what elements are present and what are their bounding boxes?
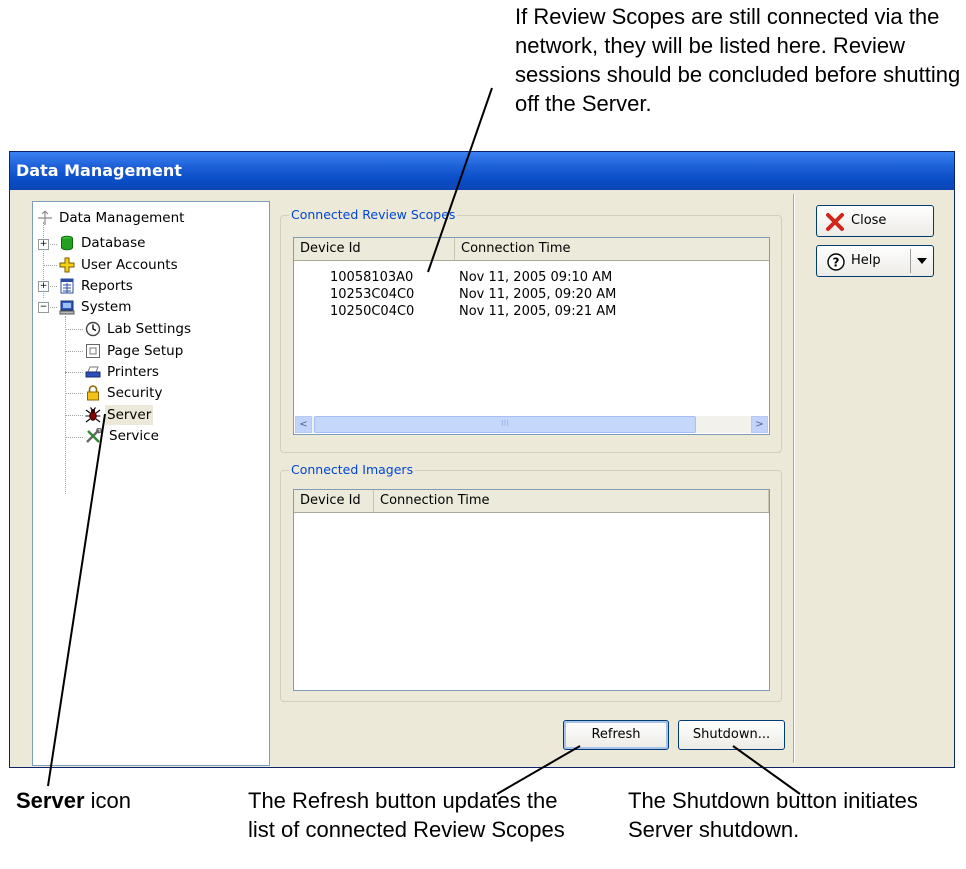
data-management-window: Data Management + + − Data Management Da… <box>9 151 955 768</box>
review-scopes-list[interactable]: Device Id Connection Time 10058103A0 Nov… <box>293 237 770 435</box>
tree-item-label: Database <box>81 235 146 251</box>
svg-text:?: ? <box>833 256 840 270</box>
lock-icon <box>85 385 101 401</box>
refresh-button[interactable]: Refresh <box>563 720 669 750</box>
tree-line <box>43 265 57 266</box>
page-setup-icon <box>85 343 101 359</box>
panel-divider <box>793 194 794 763</box>
tree-item-label: Page Setup <box>107 343 184 359</box>
tree-item-label: System <box>81 299 132 315</box>
system-expander[interactable]: − <box>38 302 49 313</box>
table-row[interactable]: 10058103A0 Nov 11, 2005 09:10 AM <box>294 269 769 286</box>
connected-imagers-group: Connected Imagers Device Id Connection T… <box>280 462 782 702</box>
group-label-imagers: Connected Imagers <box>289 462 416 477</box>
reports-expander[interactable]: + <box>38 281 49 292</box>
data-management-icon <box>37 210 53 226</box>
annotation-review-scopes: If Review Scopes are still connected via… <box>515 4 961 116</box>
table-row[interactable]: 10253C04C0 Nov 11, 2005, 09:20 AM <box>294 286 769 303</box>
list-header: Device Id Connection Time <box>294 490 769 513</box>
column-connection-time[interactable]: Connection Time <box>374 490 769 512</box>
tools-icon <box>85 427 103 444</box>
tree-item-label: Data Management <box>59 210 185 226</box>
printer-icon <box>85 364 101 380</box>
database-icon <box>59 235 75 251</box>
cell-connection-time: Nov 11, 2005, 09:20 AM <box>459 287 617 302</box>
tree-line <box>65 329 83 330</box>
annotation-server-icon: Server icon <box>16 786 131 815</box>
cell-device-id: 10058103A0 <box>330 270 414 285</box>
tree-item-label: Lab Settings <box>107 321 192 337</box>
tree-line <box>65 393 83 394</box>
cell-device-id: 10250C04C0 <box>330 304 415 319</box>
cell-connection-time: Nov 11, 2005, 09:21 AM <box>459 304 617 319</box>
annotation-server-bold: Server <box>16 788 85 813</box>
navigation-tree[interactable]: + + − Data Management Database User Acco… <box>32 201 270 766</box>
group-label-review-scopes: Connected Review Scopes <box>289 207 458 222</box>
tree-item-label: User Accounts <box>81 257 178 273</box>
tree-item-label: Server <box>105 405 154 425</box>
window-title: Data Management <box>16 161 182 180</box>
annotation-server-rest: icon <box>84 788 131 813</box>
cell-device-id: 10253C04C0 <box>330 287 415 302</box>
annotation-shutdown-button: The Shutdown button initiates Server shu… <box>628 788 918 842</box>
scroll-right-button[interactable]: > <box>751 416 768 433</box>
tree-line <box>65 437 83 438</box>
cell-connection-time: Nov 11, 2005 09:10 AM <box>459 270 613 285</box>
tree-line <box>65 351 83 352</box>
close-button-label: Close <box>851 213 887 228</box>
scroll-left-button[interactable]: < <box>295 416 312 433</box>
database-expander[interactable]: + <box>38 239 49 250</box>
tree-item-label: Security <box>107 385 163 401</box>
help-icon: ? <box>826 252 846 284</box>
list-header: Device Id Connection Time <box>294 238 769 261</box>
imagers-list[interactable]: Device Id Connection Time <box>293 489 770 691</box>
help-split-divider <box>910 249 911 273</box>
user-accounts-icon <box>59 257 75 273</box>
help-button-label: Help <box>851 253 881 268</box>
close-x-icon <box>825 212 845 244</box>
horizontal-scrollbar[interactable]: < III > <box>295 416 768 433</box>
column-connection-time[interactable]: Connection Time <box>455 238 769 260</box>
tree-item-label: Printers <box>107 364 159 380</box>
window-title-bar[interactable]: Data Management <box>10 152 954 190</box>
server-bug-icon <box>85 407 101 423</box>
shutdown-button[interactable]: Shutdown... <box>678 720 785 750</box>
help-button[interactable]: ? Help <box>816 245 934 277</box>
table-row[interactable]: 10250C04C0 Nov 11, 2005, 09:21 AM <box>294 303 769 320</box>
tree-line <box>65 372 83 373</box>
reports-icon <box>59 278 75 294</box>
column-device-id[interactable]: Device Id <box>294 490 374 512</box>
chevron-down-icon[interactable] <box>917 258 927 264</box>
connected-review-scopes-group: Connected Review Scopes Device Id Connec… <box>280 207 782 453</box>
tree-item-label: Service <box>109 428 159 444</box>
scroll-thumb[interactable]: III <box>314 416 696 433</box>
annotation-refresh-button: The Refresh button updates the list of c… <box>248 788 565 842</box>
tree-item-label: Reports <box>81 278 133 294</box>
clock-icon <box>85 321 101 337</box>
tree-line <box>65 415 83 416</box>
close-button[interactable]: Close <box>816 205 934 237</box>
column-device-id[interactable]: Device Id <box>294 238 455 260</box>
system-computer-icon <box>59 299 75 315</box>
tree-line <box>65 316 66 494</box>
